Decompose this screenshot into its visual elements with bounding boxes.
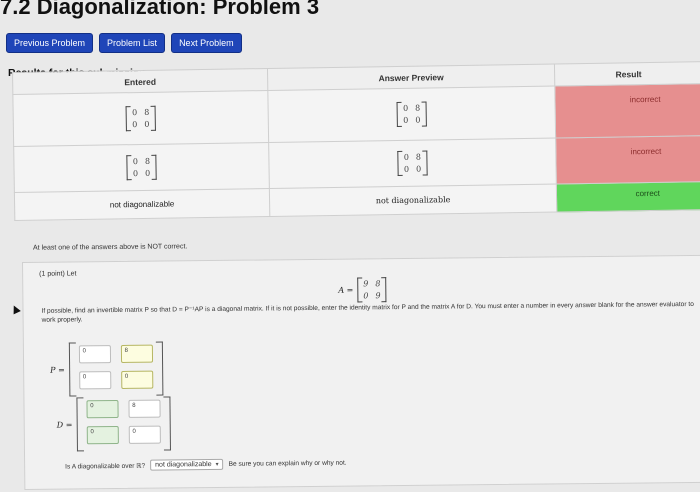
explain-note: Be sure you can explain why or why not. — [228, 459, 347, 468]
result-status-badge: incorrect — [555, 135, 700, 184]
preview-matrix: 0 8 0 0 — [398, 150, 428, 175]
p-entry-input[interactable]: 0 — [120, 370, 153, 389]
d-entry-input[interactable]: 0 — [128, 425, 161, 444]
preview-cell: 0 8 0 0 — [267, 85, 556, 143]
matrix-a-equation: A = 9 8 0 9 — [338, 277, 386, 303]
result-status-badge: incorrect — [554, 83, 700, 138]
matrix-entry: 0 — [145, 168, 151, 178]
page-title: 7.2 Diagonalization: Problem 3 — [0, 0, 320, 19]
next-problem-button[interactable]: Next Problem — [171, 33, 242, 53]
matrix-entry: 0 — [132, 120, 138, 130]
problem-list-button[interactable]: Problem List — [99, 33, 166, 53]
column-header-result: Result — [554, 61, 700, 86]
matrix-entry: 0 — [132, 157, 138, 167]
diagonalizable-question-text: Is A diagonalizable over ℝ? — [65, 462, 146, 471]
matrix-entry: 0 — [403, 152, 409, 162]
p-entry-input[interactable]: 8 — [120, 344, 153, 363]
matrix-entry: 0 — [416, 164, 422, 174]
p-answer-group: P = 0 8 0 0 — [50, 342, 163, 397]
entered-matrix: 0 8 0 0 — [127, 155, 157, 180]
matrix-entry: 0 — [403, 164, 410, 174]
incorrect-warning: At least one of the answers above is NOT… — [32, 243, 188, 252]
matrix-entry: 0 — [144, 119, 150, 129]
p-matrix-label: P = — [50, 365, 65, 375]
p-entry-input[interactable]: 0 — [78, 345, 111, 364]
page: 7.2 Diagonalization: Problem 3 Previous … — [0, 0, 700, 492]
matrix-entry: 8 — [144, 107, 150, 117]
problem-navigation: Previous Problem Problem List Next Probl… — [6, 33, 242, 53]
matrix-entry: 8 — [415, 152, 422, 162]
d-entry-input[interactable]: 0 — [86, 425, 119, 445]
preview-cell: 0 8 0 0 — [268, 137, 557, 189]
d-entry-input[interactable]: 8 — [128, 399, 161, 418]
chevron-down-icon: ▾ — [215, 461, 219, 468]
point-value: (1 point) Let — [39, 270, 77, 278]
result-status-badge: correct — [556, 181, 700, 212]
preview-cell: not diagonalizable — [269, 183, 557, 217]
p-matrix-input: 0 8 0 0 — [68, 342, 163, 397]
d-matrix-input: 0 8 0 0 — [76, 396, 171, 451]
entered-cell: not diagonalizable — [14, 188, 270, 221]
matrix-entry: 0 — [131, 108, 138, 118]
entered-matrix: 0 8 0 0 — [126, 106, 156, 131]
matrix-entry: 0 — [132, 169, 139, 179]
d-answer-group: D = 0 8 0 0 — [56, 396, 170, 451]
matrix-entry: 0 — [403, 115, 409, 125]
matrix-a-label: A = — [338, 285, 354, 295]
matrix-entry: 8 — [375, 279, 381, 289]
matrix-entry: 8 — [144, 156, 151, 166]
matrix-entry: 9 — [375, 291, 381, 301]
problem-body: (1 point) Let A = 9 8 0 9 If possible, f… — [10, 254, 700, 490]
problem-instructions: If possible, find an invertible matrix P… — [41, 300, 694, 324]
matrix-entry: 8 — [415, 103, 421, 113]
previous-problem-button[interactable]: Previous Problem — [6, 33, 94, 53]
matrix-entry: 9 — [363, 279, 369, 289]
p-entry-input[interactable]: 0 — [78, 371, 111, 390]
matrix-a: 9 8 0 9 — [357, 277, 386, 302]
d-matrix-label: D = — [56, 419, 73, 430]
matrix-entry: 0 — [402, 103, 409, 113]
mouse-cursor-icon — [10, 303, 21, 315]
diagonalizable-select-value: not diagonalizable — [155, 461, 212, 469]
results-table: Entered Answer Preview Result 0 8 0 0 0 … — [12, 61, 700, 221]
d-entry-input[interactable]: 0 — [86, 400, 119, 419]
entered-cell: 0 8 0 0 — [13, 142, 270, 193]
diagonalizable-question: Is A diagonalizable over ℝ? not diagonal… — [65, 458, 347, 472]
preview-matrix: 0 8 0 0 — [397, 101, 427, 126]
diagonalizable-select[interactable]: not diagonalizable ▾ — [150, 458, 224, 471]
entered-cell: 0 8 0 0 — [12, 90, 269, 147]
matrix-entry: 0 — [363, 291, 369, 301]
matrix-entry: 0 — [415, 115, 421, 125]
results-table-wrapper: Entered Answer Preview Result 0 8 0 0 0 … — [12, 61, 700, 222]
